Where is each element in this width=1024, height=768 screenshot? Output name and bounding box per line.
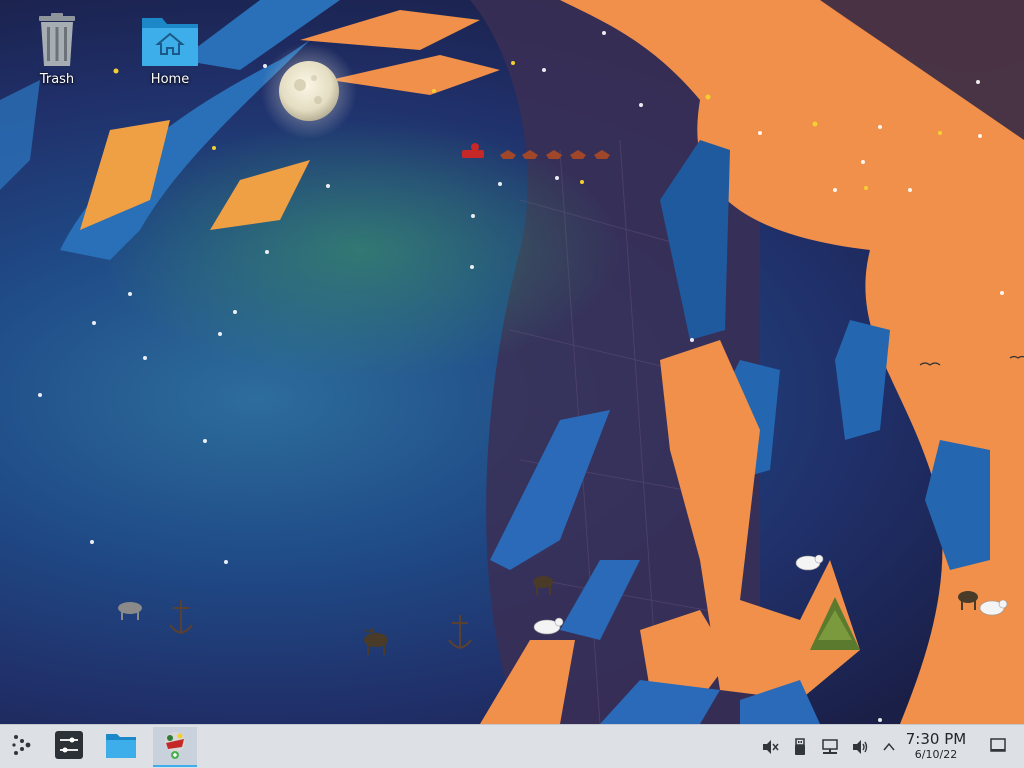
wallpaper: [0, 0, 1024, 724]
desktop-icon-home[interactable]: Home: [130, 12, 210, 87]
taskbar-panel: 7:30 PM 6/10/22: [0, 724, 1024, 768]
desktop-icon-label: Home: [150, 72, 190, 87]
app-launcher-button[interactable]: [4, 729, 40, 765]
trash-icon: [27, 12, 87, 68]
show-desktop-icon: [989, 736, 1007, 758]
desktop-icon-label: Trash: [39, 72, 75, 87]
settings-sliders-icon: [54, 730, 84, 764]
show-desktop-button[interactable]: [988, 737, 1008, 757]
app-launcher-icon: [8, 731, 36, 763]
digital-clock[interactable]: 7:30 PM 6/10/22: [902, 730, 970, 762]
task-system-settings[interactable]: [51, 729, 87, 765]
muted-speaker-icon[interactable]: [760, 737, 780, 757]
task-xsnow[interactable]: [153, 727, 197, 767]
home-folder-icon: [140, 12, 200, 68]
folder-icon: [105, 731, 137, 763]
expand-tray-icon[interactable]: [879, 737, 899, 757]
volume-icon[interactable]: [850, 737, 870, 757]
network-wired-icon[interactable]: [820, 737, 840, 757]
desktop-icon-trash[interactable]: Trash: [17, 12, 97, 87]
task-file-manager[interactable]: [103, 729, 139, 765]
clock-date: 6/10/22: [914, 748, 958, 761]
usb-device-icon[interactable]: [790, 737, 810, 757]
clock-time: 7:30 PM: [905, 730, 967, 748]
desktop: Trash Home: [0, 0, 1024, 724]
santa-sleigh-icon: [158, 727, 192, 765]
